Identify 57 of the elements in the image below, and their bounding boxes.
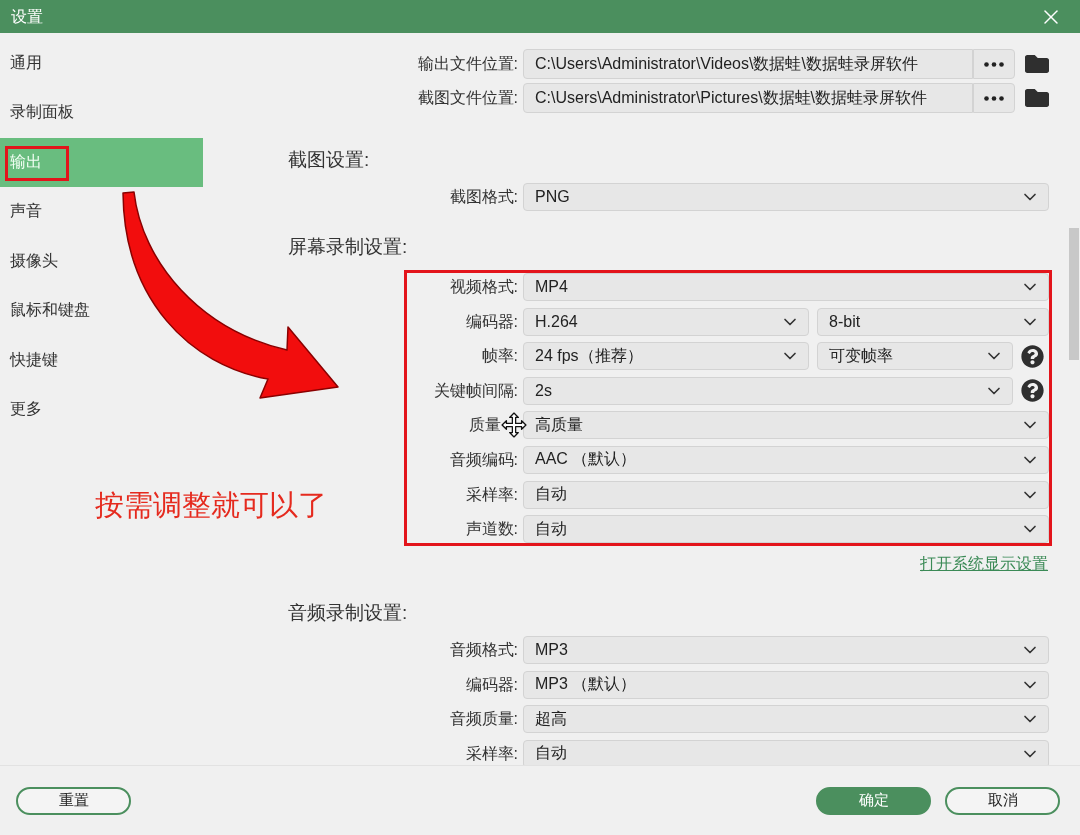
dropdown-select[interactable]: PNG <box>523 183 1049 211</box>
field-label: 音频格式: <box>449 640 518 661</box>
dropdown-select[interactable]: 8-bit <box>817 307 1049 336</box>
sidebar-item[interactable]: 摄像头 <box>0 236 62 286</box>
section-title: 截图设置: <box>288 148 370 172</box>
section-title: 音频录制设置: <box>288 601 408 626</box>
dialog-button[interactable]: 重置 <box>16 786 131 815</box>
section-title: 屏幕录制设置: <box>288 235 408 259</box>
field-label: 质量 <box>469 415 501 436</box>
field-label: 编码器: <box>465 674 518 695</box>
sidebar-item[interactable]: 通用 <box>0 38 46 88</box>
field-label: 编码器: <box>465 311 518 332</box>
help-icon[interactable] <box>1021 344 1044 368</box>
dropdown-select[interactable]: 自动 <box>523 515 1049 544</box>
sidebar-item[interactable]: 鼠标和键盘 <box>0 286 94 336</box>
annotation-text: 按需调整就可以了 <box>95 488 327 522</box>
field-label: 声道数: <box>465 519 518 540</box>
dropdown-select[interactable]: 自动 <box>523 480 1049 509</box>
path-field[interactable]: C:\Users\Administrator\Videos\数据蛙\数据蛙录屏软件 <box>523 49 973 79</box>
dialog-button[interactable]: 确定 <box>816 786 931 815</box>
folder-icon[interactable] <box>1025 86 1049 110</box>
dropdown-select[interactable]: 可变帧率 <box>817 342 1013 371</box>
more-icon <box>984 95 1004 101</box>
field-label: 采样率: <box>465 484 518 505</box>
sidebar-item[interactable]: 声音 <box>0 187 46 237</box>
dropdown-select[interactable]: 自动 <box>523 739 1049 765</box>
field-label: 输出文件位置: <box>417 54 518 74</box>
dropdown-select[interactable]: 2s <box>523 376 1013 405</box>
browse-button[interactable] <box>973 49 1015 79</box>
sidebar-item[interactable]: 快捷键 <box>0 335 62 385</box>
field-label: 音频质量: <box>449 709 518 730</box>
sidebar-item[interactable]: 录制面板 <box>0 88 78 138</box>
path-field[interactable]: C:\Users\Administrator\Pictures\数据蛙\数据蛙录屏软件 <box>523 83 973 113</box>
folder-icon[interactable] <box>1025 52 1049 76</box>
help-icon[interactable] <box>1021 379 1044 403</box>
dropdown-select[interactable]: MP3 （默认） <box>523 670 1049 699</box>
field-label: 视频格式: <box>449 277 518 297</box>
sidebar-item[interactable]: 更多 <box>0 385 46 435</box>
browse-button[interactable] <box>973 83 1015 113</box>
field-label: 采样率: <box>465 743 518 764</box>
dropdown-select[interactable]: MP3 <box>523 636 1049 665</box>
scrollbar-thumb[interactable] <box>1069 228 1079 360</box>
more-icon <box>984 61 1004 67</box>
display-settings-link[interactable]: 打开系统显示设置 <box>920 554 1048 575</box>
dropdown-select[interactable]: H.264 <box>523 307 809 336</box>
dropdown-select[interactable]: AAC （默认） <box>523 445 1049 474</box>
window-title: 设置 <box>11 6 43 27</box>
field-label: 截图文件位置: <box>417 88 518 108</box>
field-label: 音频编码: <box>449 449 518 470</box>
dropdown-select[interactable]: 高质量 <box>523 411 1049 440</box>
dropdown-select[interactable]: MP4 <box>523 273 1049 301</box>
dropdown-select[interactable]: 24 fps（推荐） <box>523 342 809 371</box>
field-label: 帧率: <box>481 346 518 367</box>
dialog-button[interactable]: 取消 <box>945 786 1060 815</box>
field-label: 关键帧间隔: <box>433 380 518 401</box>
dropdown-select[interactable]: 超高 <box>523 705 1049 734</box>
field-label: 截图格式: <box>449 187 518 207</box>
